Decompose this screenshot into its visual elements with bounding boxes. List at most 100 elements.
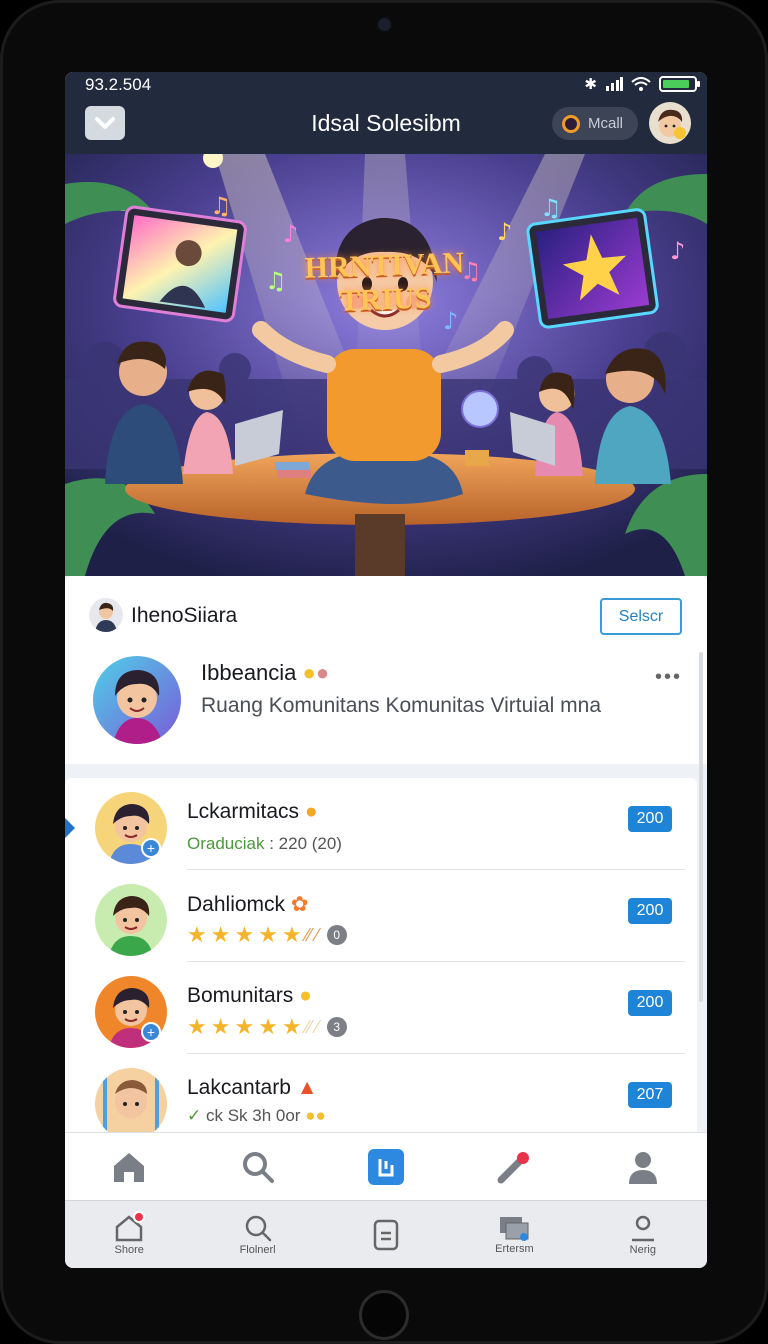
score-badge: 200 — [628, 806, 672, 832]
member-name: Lckarmitacs ● — [187, 800, 318, 824]
tab-rooms[interactable] — [322, 1133, 450, 1200]
front-camera — [378, 18, 391, 31]
microphone-icon — [497, 1151, 530, 1183]
member-name: Bomunitars ● — [187, 984, 312, 1008]
search-outline-icon — [245, 1215, 271, 1241]
monitor-icon — [500, 1216, 529, 1241]
list-item[interactable]: + Bomunitars ● ★ ★ ★ ★ ★ ⁄⁄ ⁄ 3 200 — [65, 962, 697, 1054]
star-icon: ★ — [187, 922, 207, 947]
member-name-text: Dahliomck — [187, 893, 286, 916]
smile-emoji-icon: ● — [302, 660, 316, 685]
member-role: Oraduciak — [187, 834, 265, 853]
tab-profile[interactable] — [579, 1133, 707, 1200]
member-stats: : 220 (20) — [264, 834, 342, 853]
star-icon: ★ — [210, 1014, 231, 1039]
leaf-icon: ⁄ — [315, 924, 319, 945]
screen: 93.2.504 ✱ Idsal Solesibm Mcall ♫ ♪ ♫ ♪ … — [65, 72, 707, 1268]
tab-label: Flolnerl — [239, 1243, 276, 1256]
mode-label: Mcall — [588, 115, 624, 132]
tab-mic[interactable] — [450, 1133, 578, 1200]
star-icon: ★ — [234, 1014, 255, 1039]
host-description: Ruang Komunitans Komunitas Virtuial mna — [201, 694, 601, 717]
tab-screens[interactable]: Ertersm — [450, 1201, 578, 1268]
hero-illustration: ♫ ♪ ♫ ♪ ♫ ♪ ♪ ♫ HRNTIVAN TRIUS — [65, 154, 707, 576]
hero-scene: ♫♪ ♫♪ ♫♪ ♪♫ — [65, 154, 707, 576]
score-badge: 200 — [628, 898, 672, 924]
room-icon — [378, 1158, 394, 1176]
tab-label: Shore — [114, 1243, 144, 1256]
member-name-text: Bomunitars — [187, 984, 294, 1007]
hero-title: HRNTIVAN TRIUS — [304, 246, 465, 318]
user-avatar[interactable] — [649, 102, 691, 144]
search-icon — [242, 1151, 274, 1183]
document-icon — [373, 1219, 399, 1250]
community-card: IhenoSiiara Selscr Ibbeancia ●● Ruang Ko… — [65, 576, 707, 764]
member-avatar — [95, 884, 167, 956]
member-subtitle: Oraduciak : 220 (20) — [187, 834, 342, 854]
svg-text:♫: ♫ — [540, 194, 562, 222]
wifi-icon — [631, 77, 651, 91]
check-icon: ✓ — [187, 1106, 202, 1125]
home-button[interactable] — [359, 1290, 409, 1340]
tab-explore[interactable]: Flolnerl — [193, 1201, 321, 1268]
profile-icon — [628, 1151, 657, 1184]
star-icon: ★ — [210, 922, 231, 947]
member-stats: ck Sk 3h 0or — [205, 1106, 301, 1125]
home-icon — [114, 1152, 145, 1182]
room-name: IhenoSiiara — [131, 604, 238, 627]
tab-account[interactable]: Nerig — [579, 1201, 707, 1268]
svg-text:♪: ♪ — [283, 220, 298, 248]
emoji-icon: ●● — [305, 1106, 326, 1125]
host-name: Ibbeancia ●● — [201, 660, 329, 686]
member-name-text: Lakcantarb — [187, 1076, 291, 1099]
star-icon: ★ — [234, 922, 255, 947]
member-name: Dahliomck ✿ — [187, 892, 308, 917]
member-list: + Lckarmitacs ● Oraduciak : 220 (20) 200 — [65, 778, 697, 1132]
record-icon — [562, 114, 580, 133]
status-icons: ✱ — [584, 75, 700, 93]
svg-text:♪: ♪ — [670, 237, 685, 265]
plus-badge-icon: + — [141, 838, 161, 858]
warning-icon: ▲ — [296, 1076, 318, 1099]
svg-text:♪: ♪ — [497, 218, 512, 246]
leaf-icon: ⁄⁄ — [305, 924, 312, 945]
active-tab-indicator — [368, 1148, 405, 1185]
host-name-text: Ibbeancia — [201, 660, 297, 685]
tab-search[interactable] — [193, 1133, 321, 1200]
member-name-text: Lckarmitacs — [187, 800, 300, 823]
member-subtitle: ✓ ck Sk 3h 0or ●● — [187, 1106, 326, 1126]
count-badge: 3 — [326, 1017, 347, 1037]
leaf-icon: ⁄⁄ — [305, 1016, 312, 1037]
scrollbar[interactable] — [699, 652, 703, 1002]
count-badge: 0 — [326, 925, 347, 945]
mode-toggle[interactable]: Mcall — [552, 107, 638, 140]
list-item[interactable]: Dahliomck ✿ ★ ★ ★ ★ ★ ⁄⁄ ⁄ 0 200 — [65, 870, 697, 962]
tab-bar-secondary: Shore Flolnerl Ertersm Nerig — [65, 1200, 707, 1268]
star-rating: ★ ★ ★ ★ ★ ⁄⁄ ⁄ 0 — [187, 922, 347, 948]
member-avatar — [95, 1068, 167, 1132]
star-icon: ★ — [258, 922, 278, 947]
status-time: 93.2.504 — [85, 75, 152, 94]
svg-text:♫: ♫ — [210, 192, 232, 220]
list-item[interactable]: Lakcantarb ▲ ✓ ck Sk 3h 0or ●● 207 — [65, 1054, 697, 1132]
score-badge: 207 — [628, 1082, 672, 1108]
bluetooth-icon: ✱ — [584, 76, 597, 93]
tab-label: Ertersm — [495, 1242, 534, 1255]
tab-document[interactable] — [322, 1201, 450, 1268]
list-item[interactable]: + Lckarmitacs ● Oraduciak : 220 (20) 200 — [65, 778, 697, 870]
select-button[interactable]: Selscr — [600, 598, 682, 635]
tablet-frame: 93.2.504 ✱ Idsal Solesibm Mcall ♫ ♪ ♫ ♪ … — [0, 0, 768, 1344]
member-name: Lakcantarb ▲ — [187, 1076, 318, 1100]
room-avatar — [89, 598, 123, 632]
top-bar: 93.2.504 ✱ Idsal Solesibm Mcall — [65, 72, 707, 154]
star-icon: ★ — [258, 1014, 278, 1039]
tab-bar-primary — [65, 1132, 707, 1200]
tab-share[interactable]: Shore — [65, 1201, 193, 1268]
signal-icon — [606, 77, 623, 91]
battery-icon — [659, 76, 700, 92]
more-options-icon[interactable]: ••• — [655, 666, 682, 689]
leaf-icon: ⁄ — [315, 1016, 319, 1037]
tab-home[interactable] — [65, 1133, 193, 1200]
host-avatar[interactable] — [93, 656, 181, 744]
face-emoji-icon: ● — [315, 660, 330, 685]
